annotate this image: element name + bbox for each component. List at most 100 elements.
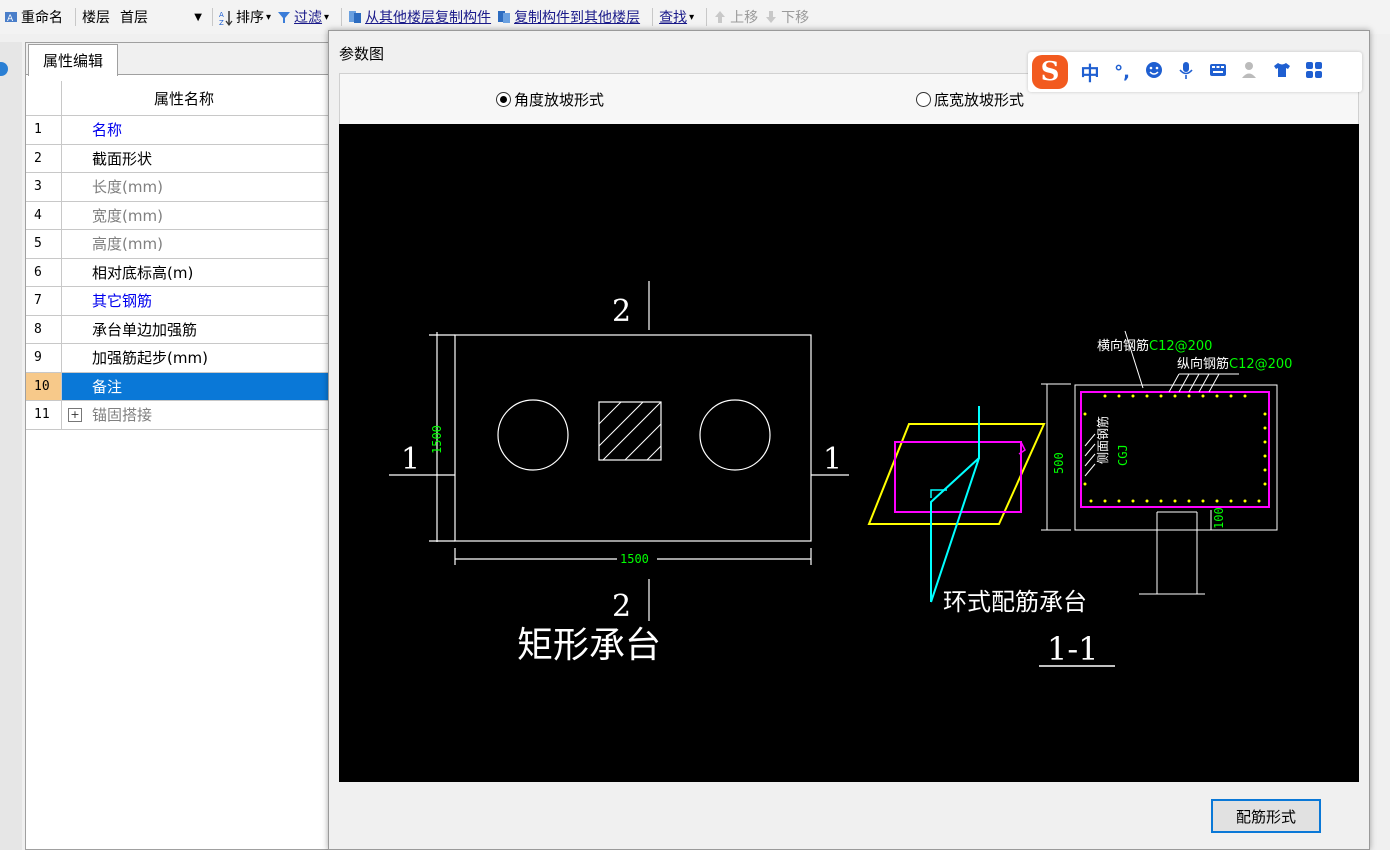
table-row[interactable]: 9 加强筋起步(mm): [26, 344, 366, 373]
row-name: 备注: [62, 372, 366, 400]
move-up-label: 上移: [730, 10, 759, 26]
row-name: 高度(mm): [92, 235, 163, 254]
ring-cap-title: 环式配筋承台: [943, 588, 1087, 616]
row-number: 6: [26, 258, 62, 286]
parameter-diagram-dialog: 参数图 角度放坡形式 底宽放坡形式 2 2 1 1 1500 1500 矩形承台…: [328, 30, 1370, 850]
find-button[interactable]: 查找 ▾: [659, 7, 694, 27]
cap-outline: [454, 334, 812, 542]
filter-label: 过滤: [294, 10, 323, 26]
rect-cap-title: 矩形承台: [517, 625, 661, 666]
leader-line: [1168, 373, 1180, 393]
table-row[interactable]: 3 长度(mm): [26, 173, 366, 202]
row-name: 承台单边加强筋: [92, 320, 198, 339]
svg-text:Z: Z: [219, 19, 224, 26]
sort-label: 排序: [236, 10, 264, 26]
expand-icon[interactable]: +: [68, 407, 82, 422]
move-down-label: 下移: [781, 10, 810, 26]
filter-button[interactable]: 过滤 ▾: [277, 7, 329, 27]
row-number: 7: [26, 287, 62, 315]
side-bar-label: 侧面钢筋: [1095, 416, 1110, 464]
table-row[interactable]: 7 其它钢筋: [26, 287, 366, 316]
radio-unchecked-icon: [916, 92, 931, 107]
row-number: 4: [26, 201, 62, 229]
row-name: 相对底标高(m): [92, 263, 194, 282]
ime-punct-toggle[interactable]: °,: [1112, 62, 1132, 83]
floor-label-text: 楼层: [82, 10, 110, 26]
copy-to-floor-button[interactable]: 复制构件到其他楼层: [497, 7, 640, 27]
toolbar-separator: [652, 8, 654, 26]
section-label: 1: [401, 442, 420, 477]
row-name: 加强筋起步(mm): [92, 349, 208, 368]
dim-label-width: 1500: [620, 552, 649, 566]
keyboard-icon[interactable]: [1208, 60, 1228, 85]
table-row[interactable]: 1 名称: [26, 116, 366, 145]
longitudinal-bar-label: 纵向钢筋C12@200: [1177, 356, 1292, 372]
pin-icon[interactable]: [0, 62, 8, 76]
section-title: 1-1: [1047, 630, 1099, 668]
skin-shirt-icon[interactable]: [1272, 60, 1292, 85]
copy-from-icon: [348, 10, 362, 24]
radio-checked-icon: [496, 92, 511, 107]
section-dots: [1083, 394, 1267, 503]
toolbox-grid-icon[interactable]: [1304, 60, 1324, 85]
ime-lang-toggle[interactable]: 中: [1080, 59, 1100, 86]
row-number: 8: [26, 315, 62, 343]
table-row[interactable]: 2 截面形状: [26, 144, 366, 173]
table-row-selected[interactable]: 10 备注: [26, 372, 366, 401]
rename-label: 重命名: [21, 10, 63, 26]
radio-bottom-width-slope[interactable]: 底宽放坡形式: [916, 89, 1024, 110]
table-row[interactable]: 5 高度(mm): [26, 230, 366, 259]
radio-bottom-label: 底宽放坡形式: [934, 91, 1025, 109]
floor-label: 楼层: [82, 7, 110, 27]
row-name: 宽度(mm): [92, 206, 163, 225]
rename-button[interactable]: A 重命名: [4, 7, 63, 27]
row-number: 1: [26, 116, 62, 144]
column-hatch: [598, 401, 662, 461]
table-row[interactable]: 6 相对底标高(m): [26, 258, 366, 287]
find-label: 查找: [659, 10, 688, 26]
pile-cap-diagram: 2 2 1 1 1500 1500 矩形承台 环式配筋承台 横向钢筋C12@20…: [389, 281, 1292, 668]
tab-property-edit[interactable]: 属性编辑: [28, 44, 118, 76]
pile-circle-left: [497, 399, 569, 471]
arrow-up-icon: [713, 10, 727, 24]
property-panel: 属性编辑 属性名称 1 名称 2 截面形状 3 长度(mm) 4 宽度(mm) …: [25, 42, 366, 850]
chevron-down-icon: ▾: [266, 11, 272, 23]
chevron-down-icon: ▼: [194, 11, 202, 23]
radio-angle-slope[interactable]: 角度放坡形式: [496, 89, 604, 110]
chevron-down-icon: ▾: [689, 11, 695, 23]
emoji-icon[interactable]: [1144, 60, 1164, 85]
tab-strip: 属性编辑: [26, 43, 364, 76]
row-number: 11: [26, 401, 62, 429]
user-icon[interactable]: [1240, 60, 1260, 85]
row-number: 9: [26, 344, 62, 372]
move-up-button[interactable]: 上移: [713, 7, 758, 27]
move-down-button[interactable]: 下移: [764, 7, 809, 27]
radio-angle-label: 角度放坡形式: [514, 91, 605, 109]
table-row[interactable]: 4 宽度(mm): [26, 201, 366, 230]
copy-to-icon: [497, 10, 511, 24]
copy-from-label: 从其他楼层复制构件: [365, 10, 492, 26]
toolbar-separator: [341, 8, 343, 26]
section-label: 2: [612, 589, 631, 624]
sort-button[interactable]: AZ 排序 ▾: [219, 7, 271, 27]
table-row[interactable]: 8 承台单边加强筋: [26, 315, 366, 344]
property-grid: 属性名称 1 名称 2 截面形状 3 长度(mm) 4 宽度(mm) 5 高度(…: [26, 81, 366, 430]
toolbar: A 重命名 楼层 首层 ▼ AZ 排序 ▾ 过滤 ▾ 从其他楼层复制构件 复制构…: [0, 0, 1390, 34]
floor-select[interactable]: 首层 ▼: [116, 6, 206, 28]
left-edge-strip: [0, 42, 22, 850]
row-name-text: 锚固搭接: [92, 406, 153, 425]
table-row[interactable]: 11 + 锚固搭接: [26, 401, 366, 430]
column-header-name[interactable]: 属性名称: [62, 81, 366, 115]
toolbar-separator: [212, 8, 213, 26]
section-label: 1: [823, 442, 842, 477]
reinforcement-form-button[interactable]: 配筋形式: [1211, 799, 1321, 833]
dim-label-height: 1500: [430, 425, 444, 454]
cyan-bar: [930, 406, 980, 602]
microphone-icon[interactable]: [1176, 60, 1196, 85]
svg-text:A: A: [219, 11, 224, 19]
ime-toolbar: S 中 °,: [1028, 52, 1362, 92]
sogou-logo-icon[interactable]: S: [1032, 55, 1068, 89]
ring-reinforcement-sketch: [867, 406, 1046, 603]
row-number: 2: [26, 144, 62, 172]
copy-from-floor-button[interactable]: 从其他楼层复制构件: [348, 7, 491, 27]
